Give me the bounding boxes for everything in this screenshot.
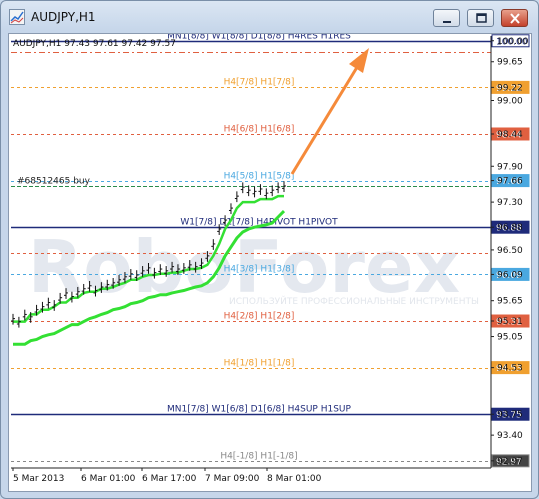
- level-label: H4[-1/8] H1[-1/8]: [220, 452, 297, 462]
- restore-icon: [476, 13, 487, 23]
- level-label: MN1[7/8] W1[6/8] D1[6/8] H4SUP H1SUP: [167, 405, 351, 415]
- trend-arrow-shaft: [290, 63, 361, 175]
- y-tick-label: 97.90: [497, 162, 523, 172]
- watermark-subtext: ИСПОЛЬЗУЙТЕ ПРОФЕССИОНАЛЬНЫЕ ИНСТРУМЕНТЫ: [229, 295, 479, 307]
- y-tick-label: 99.00: [497, 97, 523, 107]
- y-tick-label: 92.97: [497, 457, 523, 467]
- level-label: H4[2/8] H1[2/8]: [224, 312, 295, 322]
- y-tick-label: 95.31: [497, 317, 523, 327]
- y-tick-label: 96.09: [497, 270, 523, 280]
- x-tick-label: 8 Mar 01:00: [267, 474, 322, 484]
- level-label: H4[6/8] H1[6/8]: [224, 125, 295, 135]
- chart-area[interactable]: RoboForex ИСПОЛЬЗУЙТЕ ПРОФЕССИОНАЛЬНЫЕ И…: [8, 32, 532, 492]
- minimize-button[interactable]: [433, 9, 460, 27]
- x-tick-label: 6 Mar 01:00: [81, 474, 136, 484]
- level-label: H4[3/8] H1[3/8]: [224, 265, 295, 275]
- y-tick-label: 95.05: [497, 333, 523, 343]
- window-title: AUDJPY,H1: [31, 10, 96, 24]
- y-tick-label: 96.88: [497, 223, 523, 233]
- chart-app-icon: [9, 9, 25, 25]
- order-label: #68512465 buy: [17, 177, 91, 187]
- trend-arrow-head: [349, 48, 369, 73]
- x-tick-label: 7 Mar 09:00: [205, 474, 260, 484]
- ohlc-header: AUDJPY,H1 97.43 97.61 97.42 97.57: [13, 39, 176, 49]
- level-label: MN1[8/8] W1[8/8] D1[8/8] H4RES H1RES: [167, 34, 351, 42]
- close-icon: [510, 13, 520, 24]
- y-tick-label: 98.44: [497, 130, 523, 140]
- y-tick-label: 96.50: [497, 246, 523, 256]
- level-label: H4[7/8] H1[7/8]: [224, 78, 295, 88]
- y-tick-label: 93.40: [497, 431, 523, 441]
- minimize-icon: [443, 21, 451, 23]
- x-tick-label: 5 Mar 2013: [13, 474, 64, 484]
- y-tick-label: 100.00: [497, 37, 529, 47]
- level-label: H4[5/8] H1[5/8]: [224, 172, 295, 182]
- chart-window: AUDJPY,H1 RoboForex ИСПОЛЬЗУЙТЕ ПРОФЕССИ…: [0, 0, 539, 499]
- close-button[interactable]: [501, 9, 528, 27]
- level-label: H4[1/8] H1[1/8]: [224, 359, 295, 369]
- y-tick-label: 99.65: [497, 58, 523, 68]
- y-tick-label: 93.75: [497, 410, 523, 420]
- y-tick-label: 97.66: [497, 177, 523, 187]
- restore-button[interactable]: [467, 9, 494, 27]
- y-tick-label: 99.22: [497, 83, 523, 93]
- y-tick-label: 97.30: [497, 198, 523, 208]
- title-bar[interactable]: AUDJPY,H1: [1, 1, 538, 33]
- x-tick-label: 6 Mar 17:00: [142, 474, 197, 484]
- y-tick-label: 94.53: [497, 364, 523, 374]
- y-tick-label: 95.65: [497, 297, 523, 307]
- price-chart[interactable]: RoboForex ИСПОЛЬЗУЙТЕ ПРОФЕССИОНАЛЬНЫЕ И…: [9, 32, 531, 491]
